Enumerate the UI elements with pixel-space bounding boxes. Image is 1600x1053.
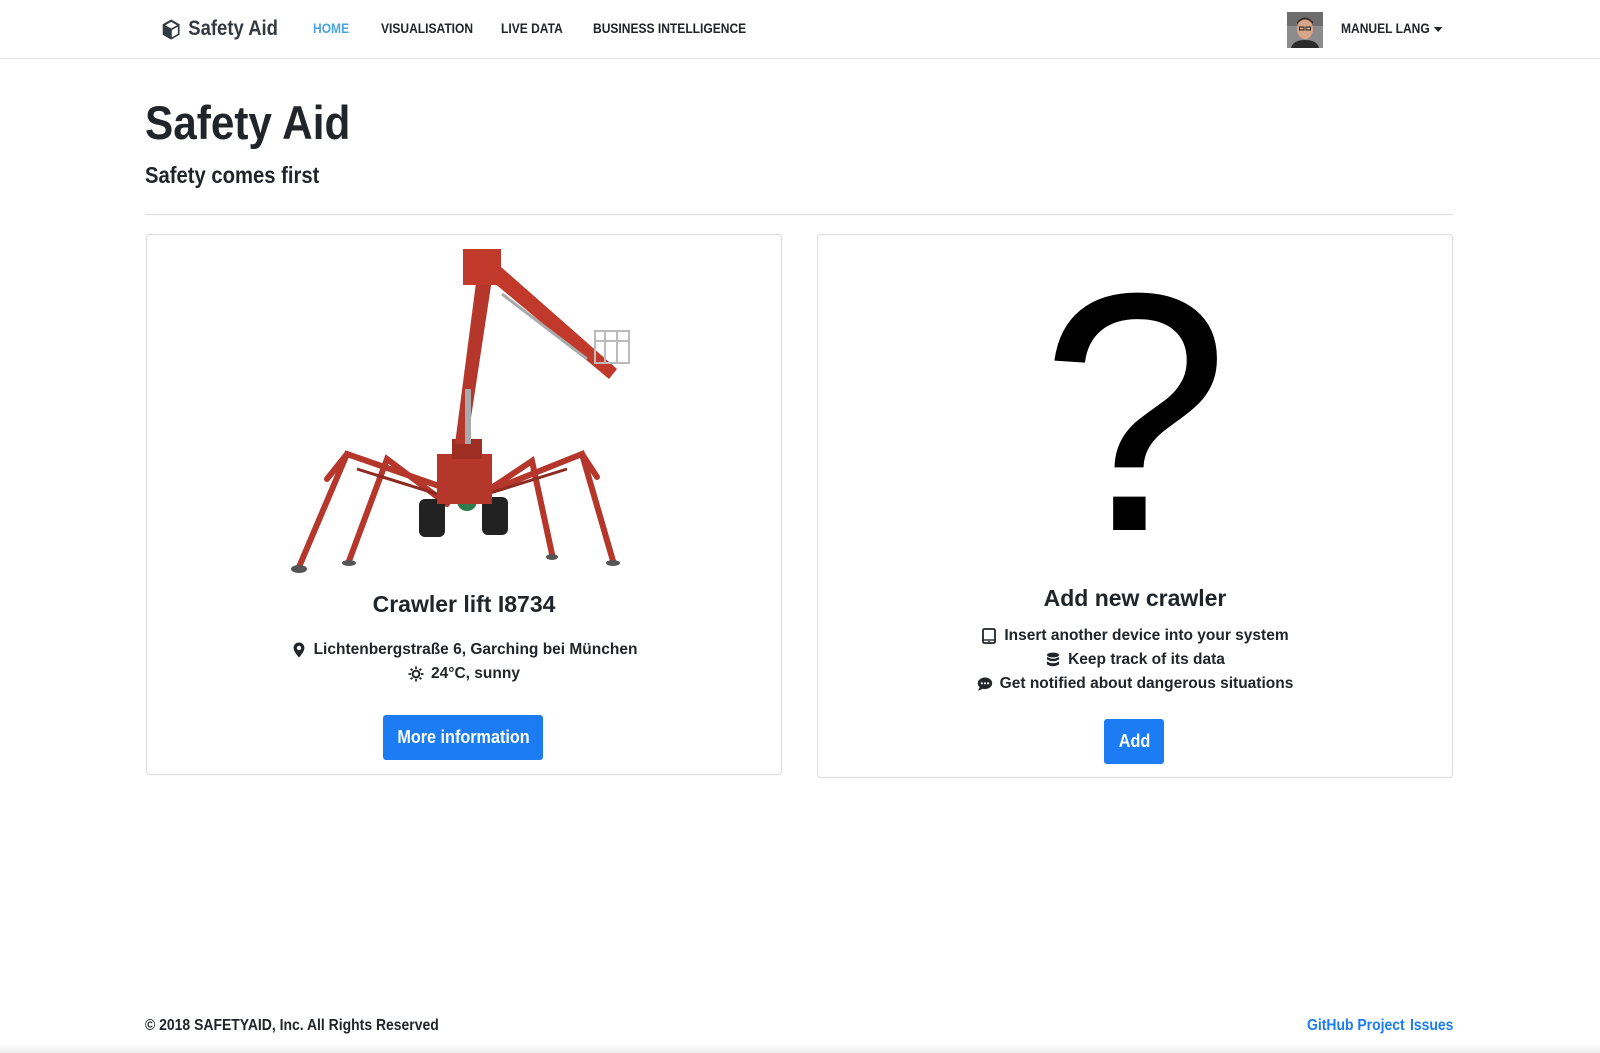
top-navbar: Safety Aid HOME VISUALISATION LIVE DATA …	[0, 0, 1600, 59]
user-avatar[interactable]	[1287, 12, 1323, 48]
feature-item: Keep track of its data	[818, 651, 1452, 669]
feature-item: Insert another device into your system	[818, 627, 1452, 645]
feature-text: Insert another device into your system	[1004, 627, 1289, 644]
page-title: Safety Aid	[145, 96, 351, 149]
user-menu-toggle[interactable]: MANUEL LANG	[1341, 20, 1443, 36]
add-crawler-card: ? Add new crawler Insert another device …	[817, 234, 1453, 778]
caret-down-icon	[1434, 26, 1443, 32]
window-bottom-edge	[0, 1043, 1600, 1053]
add-button[interactable]: Add	[1104, 719, 1164, 764]
nav-business-intelligence[interactable]: BUSINESS INTELLIGENCE	[593, 20, 746, 36]
feature-text: Get notified about dangerous situations	[999, 675, 1294, 692]
crawler-weather-text: 24°C, sunny	[431, 665, 520, 682]
brand-name: Safety Aid	[188, 17, 278, 40]
crawler-card: Crawler lift I8734 Lichtenbergstraße 6, …	[146, 234, 782, 775]
comment-dots-icon	[977, 677, 992, 691]
nav-home[interactable]: HOME	[313, 20, 349, 36]
feature-text: Keep track of its data	[1068, 651, 1225, 668]
more-information-button[interactable]: More information	[383, 715, 543, 760]
footer-copyright: © 2018 SAFETYAID, Inc. All Rights Reserv…	[145, 1017, 439, 1034]
nav-visualisation[interactable]: VISUALISATION	[381, 20, 473, 36]
feature-item: Get notified about dangerous situations	[818, 675, 1452, 693]
sun-icon	[408, 666, 424, 682]
crawler-location: Lichtenbergstraße 6, Garching bei Münche…	[147, 641, 781, 659]
issues-link[interactable]: Issues	[1410, 1017, 1453, 1035]
question-mark-icon: ?	[1040, 223, 1230, 603]
crawler-lift-image	[291, 249, 630, 573]
crawler-title: Crawler lift I8734	[372, 591, 556, 617]
cube-icon	[162, 18, 180, 40]
github-project-link[interactable]: GitHub Project	[1307, 1017, 1405, 1035]
add-crawler-title: Add new crawler	[1043, 585, 1227, 611]
header-divider	[145, 214, 1453, 215]
map-marker-icon	[293, 642, 304, 658]
nav-live-data[interactable]: LIVE DATA	[501, 20, 563, 36]
database-icon	[1047, 652, 1060, 667]
brand-link[interactable]: Safety Aid	[161, 14, 278, 44]
page-subtitle: Safety comes first	[145, 162, 320, 188]
avatar-image	[1287, 12, 1323, 48]
user-name: MANUEL LANG	[1341, 20, 1430, 36]
tablet-icon	[982, 628, 997, 644]
crawler-weather: 24°C, sunny	[147, 665, 781, 683]
crawler-location-text: Lichtenbergstraße 6, Garching bei Münche…	[313, 641, 638, 658]
